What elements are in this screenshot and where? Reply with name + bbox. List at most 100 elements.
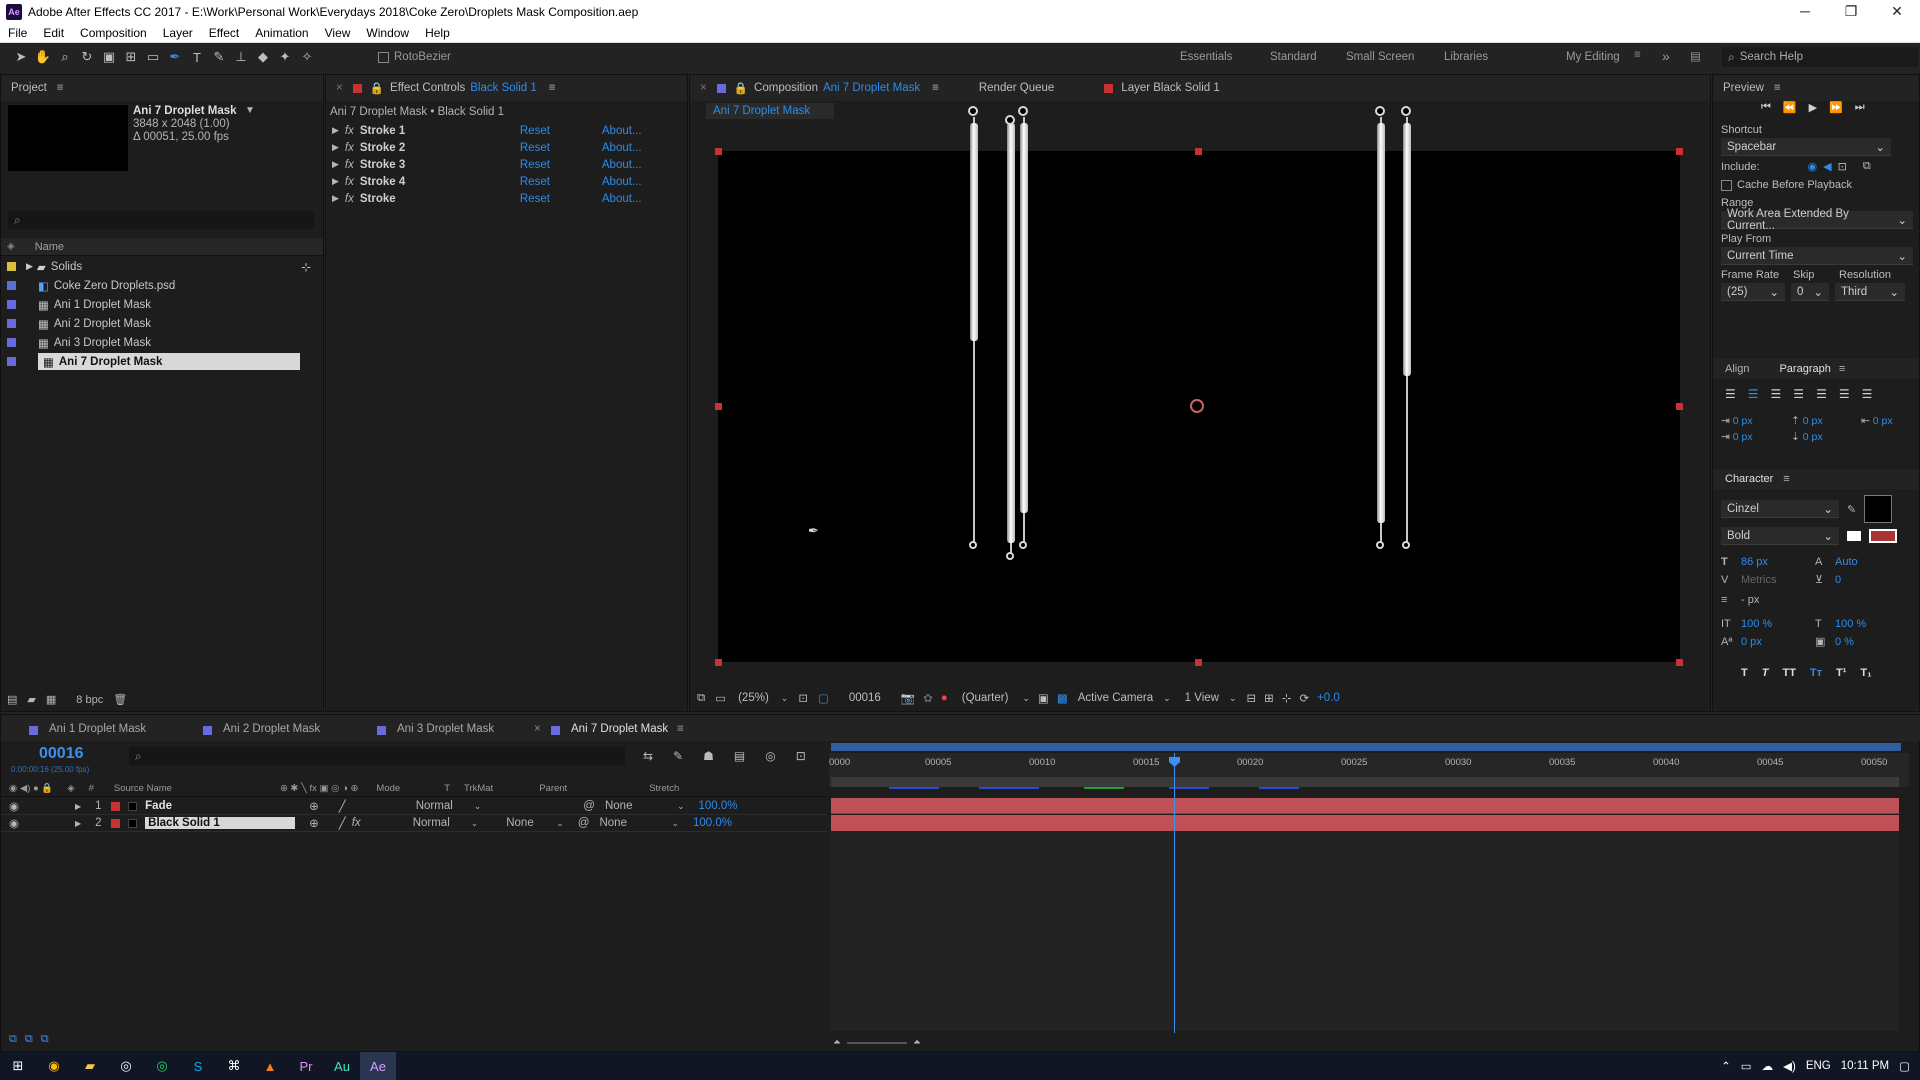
- project-item-comp-selected[interactable]: ▦ Ani 7 Droplet Mask: [1, 352, 323, 371]
- channel-icon[interactable]: ●: [941, 692, 948, 704]
- align-left-icon[interactable]: ☰: [1725, 387, 1736, 401]
- pen-tool-icon[interactable]: ✒: [164, 46, 186, 68]
- rotobezier-checkbox[interactable]: [378, 51, 389, 63]
- panel-menu-icon[interactable]: ≡: [1774, 82, 1781, 94]
- show-snapshot-icon[interactable]: ✿: [923, 691, 933, 705]
- selection-tool-icon[interactable]: ➤: [10, 46, 32, 68]
- indent-right-value[interactable]: 0 px: [1873, 415, 1893, 427]
- clone-stamp-tool-icon[interactable]: ⊥: [230, 46, 252, 68]
- project-item-comp[interactable]: ▦ Ani 1 Droplet Mask: [1, 295, 323, 314]
- previous-frame-icon[interactable]: ⏪: [1783, 101, 1797, 114]
- new-folder-icon[interactable]: ▰: [27, 693, 35, 706]
- quality-switch-icon[interactable]: ╱: [339, 799, 346, 813]
- space-after-value[interactable]: 0 px: [1803, 431, 1823, 443]
- layer-row-selected[interactable]: ◉ ▶ 2 Black Solid 1 ⊕ ╱ fx Normal ⌄ None…: [1, 815, 827, 832]
- layer-name[interactable]: Fade: [145, 800, 295, 812]
- external-video-icon[interactable]: ⧉: [1863, 160, 1871, 173]
- justify-center-icon[interactable]: ☰: [1816, 387, 1827, 401]
- draft-3d-icon[interactable]: ✎: [673, 749, 683, 763]
- eyedropper-icon[interactable]: ✎: [1847, 503, 1856, 516]
- label-color-swatch[interactable]: [111, 801, 121, 811]
- flowchart-icon[interactable]: ⊹: [301, 260, 311, 274]
- chevron-down-icon[interactable]: ⌄: [556, 818, 564, 829]
- disclosure-triangle-icon[interactable]: ▶: [332, 159, 339, 170]
- rectangle-tool-icon[interactable]: ▭: [142, 46, 164, 68]
- disclosure-triangle-icon[interactable]: ▶: [26, 261, 33, 272]
- project-panel-title[interactable]: Project: [11, 82, 47, 94]
- font-size-value[interactable]: 86 px: [1741, 553, 1815, 571]
- reset-link[interactable]: Reset: [520, 125, 602, 137]
- about-link[interactable]: About...: [602, 159, 642, 171]
- menu-view[interactable]: View: [317, 26, 359, 40]
- draft-3d-icon[interactable]: ⊞: [1264, 691, 1274, 705]
- audition-icon[interactable]: Au: [324, 1052, 360, 1080]
- panel-menu-icon[interactable]: ≡: [677, 723, 684, 735]
- close-tab-icon[interactable]: ×: [336, 82, 343, 94]
- motion-blur-icon[interactable]: ◎: [765, 749, 775, 763]
- toggle-switches-icon[interactable]: ⧉: [9, 1033, 17, 1046]
- range-dropdown[interactable]: Work Area Extended By Current... ⌄: [1721, 208, 1913, 232]
- composition-tab-name[interactable]: Ani 7 Droplet Mask: [823, 82, 920, 94]
- menu-file[interactable]: File: [0, 26, 35, 40]
- file-explorer-icon[interactable]: ▰: [72, 1052, 108, 1080]
- chevron-down-icon[interactable]: ⌄: [1229, 693, 1237, 704]
- anchor-point-icon[interactable]: [1190, 399, 1204, 413]
- project-item-comp[interactable]: ▦ Ani 2 Droplet Mask: [1, 314, 323, 333]
- about-link[interactable]: About...: [602, 193, 642, 205]
- fx-icon[interactable]: fx: [345, 176, 354, 188]
- faux-bold-icon[interactable]: T: [1741, 667, 1748, 679]
- video-include-icon[interactable]: ◉: [1808, 160, 1818, 173]
- vlc-icon[interactable]: ▲: [252, 1052, 288, 1080]
- reset-link[interactable]: Reset: [520, 142, 602, 154]
- close-tab-icon[interactable]: ×: [700, 82, 707, 94]
- layer-trkmat-dropdown[interactable]: None: [506, 817, 556, 829]
- reset-link[interactable]: Reset: [520, 159, 602, 171]
- monitor-icon[interactable]: ▭: [715, 691, 726, 705]
- language-indicator[interactable]: ENG: [1806, 1060, 1831, 1072]
- disclosure-triangle-icon[interactable]: ▶: [332, 176, 339, 187]
- shy-switch-icon[interactable]: ⊕: [309, 816, 319, 830]
- timeline-tab[interactable]: Ani 2 Droplet Mask: [223, 723, 320, 735]
- layer-mode-dropdown[interactable]: Normal: [413, 817, 471, 829]
- skype-icon[interactable]: S: [180, 1052, 216, 1080]
- play-from-dropdown[interactable]: Current Time ⌄: [1721, 247, 1913, 265]
- label-color-swatch[interactable]: [111, 818, 121, 828]
- skip-dropdown[interactable]: 0 ⌄: [1791, 283, 1829, 301]
- overlay-include-icon[interactable]: ⊡: [1838, 160, 1847, 173]
- panel-menu-icon[interactable]: ≡: [549, 82, 556, 94]
- reset-link[interactable]: Reset: [520, 193, 602, 205]
- premiere-icon[interactable]: Pr: [288, 1052, 324, 1080]
- vertical-scale-value[interactable]: 100 %: [1741, 615, 1815, 633]
- composition-canvas[interactable]: ✒: [715, 148, 1683, 666]
- workspace-menu-icon[interactable]: ≡: [1634, 49, 1641, 61]
- pickwhip-icon[interactable]: @: [583, 800, 595, 812]
- fx-icon[interactable]: fx: [345, 159, 354, 171]
- composition-breadcrumb[interactable]: Ani 7 Droplet Mask: [713, 105, 810, 117]
- layer-parent-dropdown[interactable]: None: [605, 800, 677, 812]
- minimize-button[interactable]: ─: [1782, 0, 1828, 24]
- mask-vertex[interactable]: [1005, 115, 1015, 125]
- eraser-tool-icon[interactable]: ◆: [252, 46, 274, 68]
- clock[interactable]: 10:11 PM: [1841, 1060, 1889, 1072]
- panel-menu-icon[interactable]: ≡: [1839, 363, 1845, 375]
- about-link[interactable]: About...: [602, 125, 642, 137]
- workspace-my-editing[interactable]: My Editing: [1566, 51, 1620, 63]
- menu-help[interactable]: Help: [417, 26, 458, 40]
- zoom-tool-icon[interactable]: ⌕: [54, 46, 76, 68]
- quality-switch-icon[interactable]: ╱: [339, 816, 346, 830]
- timeline-tab[interactable]: Ani 1 Droplet Mask: [49, 723, 146, 735]
- layer-duration-bar[interactable]: [831, 815, 1899, 831]
- type-tool-icon[interactable]: T: [186, 46, 208, 68]
- after-effects-icon[interactable]: Ae: [360, 1052, 396, 1080]
- chevron-down-icon[interactable]: ⌄: [671, 818, 679, 829]
- panel-menu-icon[interactable]: ≡: [57, 82, 64, 94]
- effect-row[interactable]: ▶ fx Stroke 3 Reset About...: [326, 156, 687, 173]
- layer-handle[interactable]: [1676, 403, 1683, 410]
- menu-window[interactable]: Window: [358, 26, 417, 40]
- disclosure-triangle-icon[interactable]: ▶: [75, 819, 81, 828]
- close-tab-icon[interactable]: ×: [534, 723, 541, 735]
- fx-icon[interactable]: fx: [345, 125, 354, 137]
- layer-stretch[interactable]: 100.0%: [693, 817, 732, 829]
- exposure-value[interactable]: +0.0: [1317, 692, 1340, 704]
- chevron-down-icon[interactable]: ⌄: [781, 693, 789, 704]
